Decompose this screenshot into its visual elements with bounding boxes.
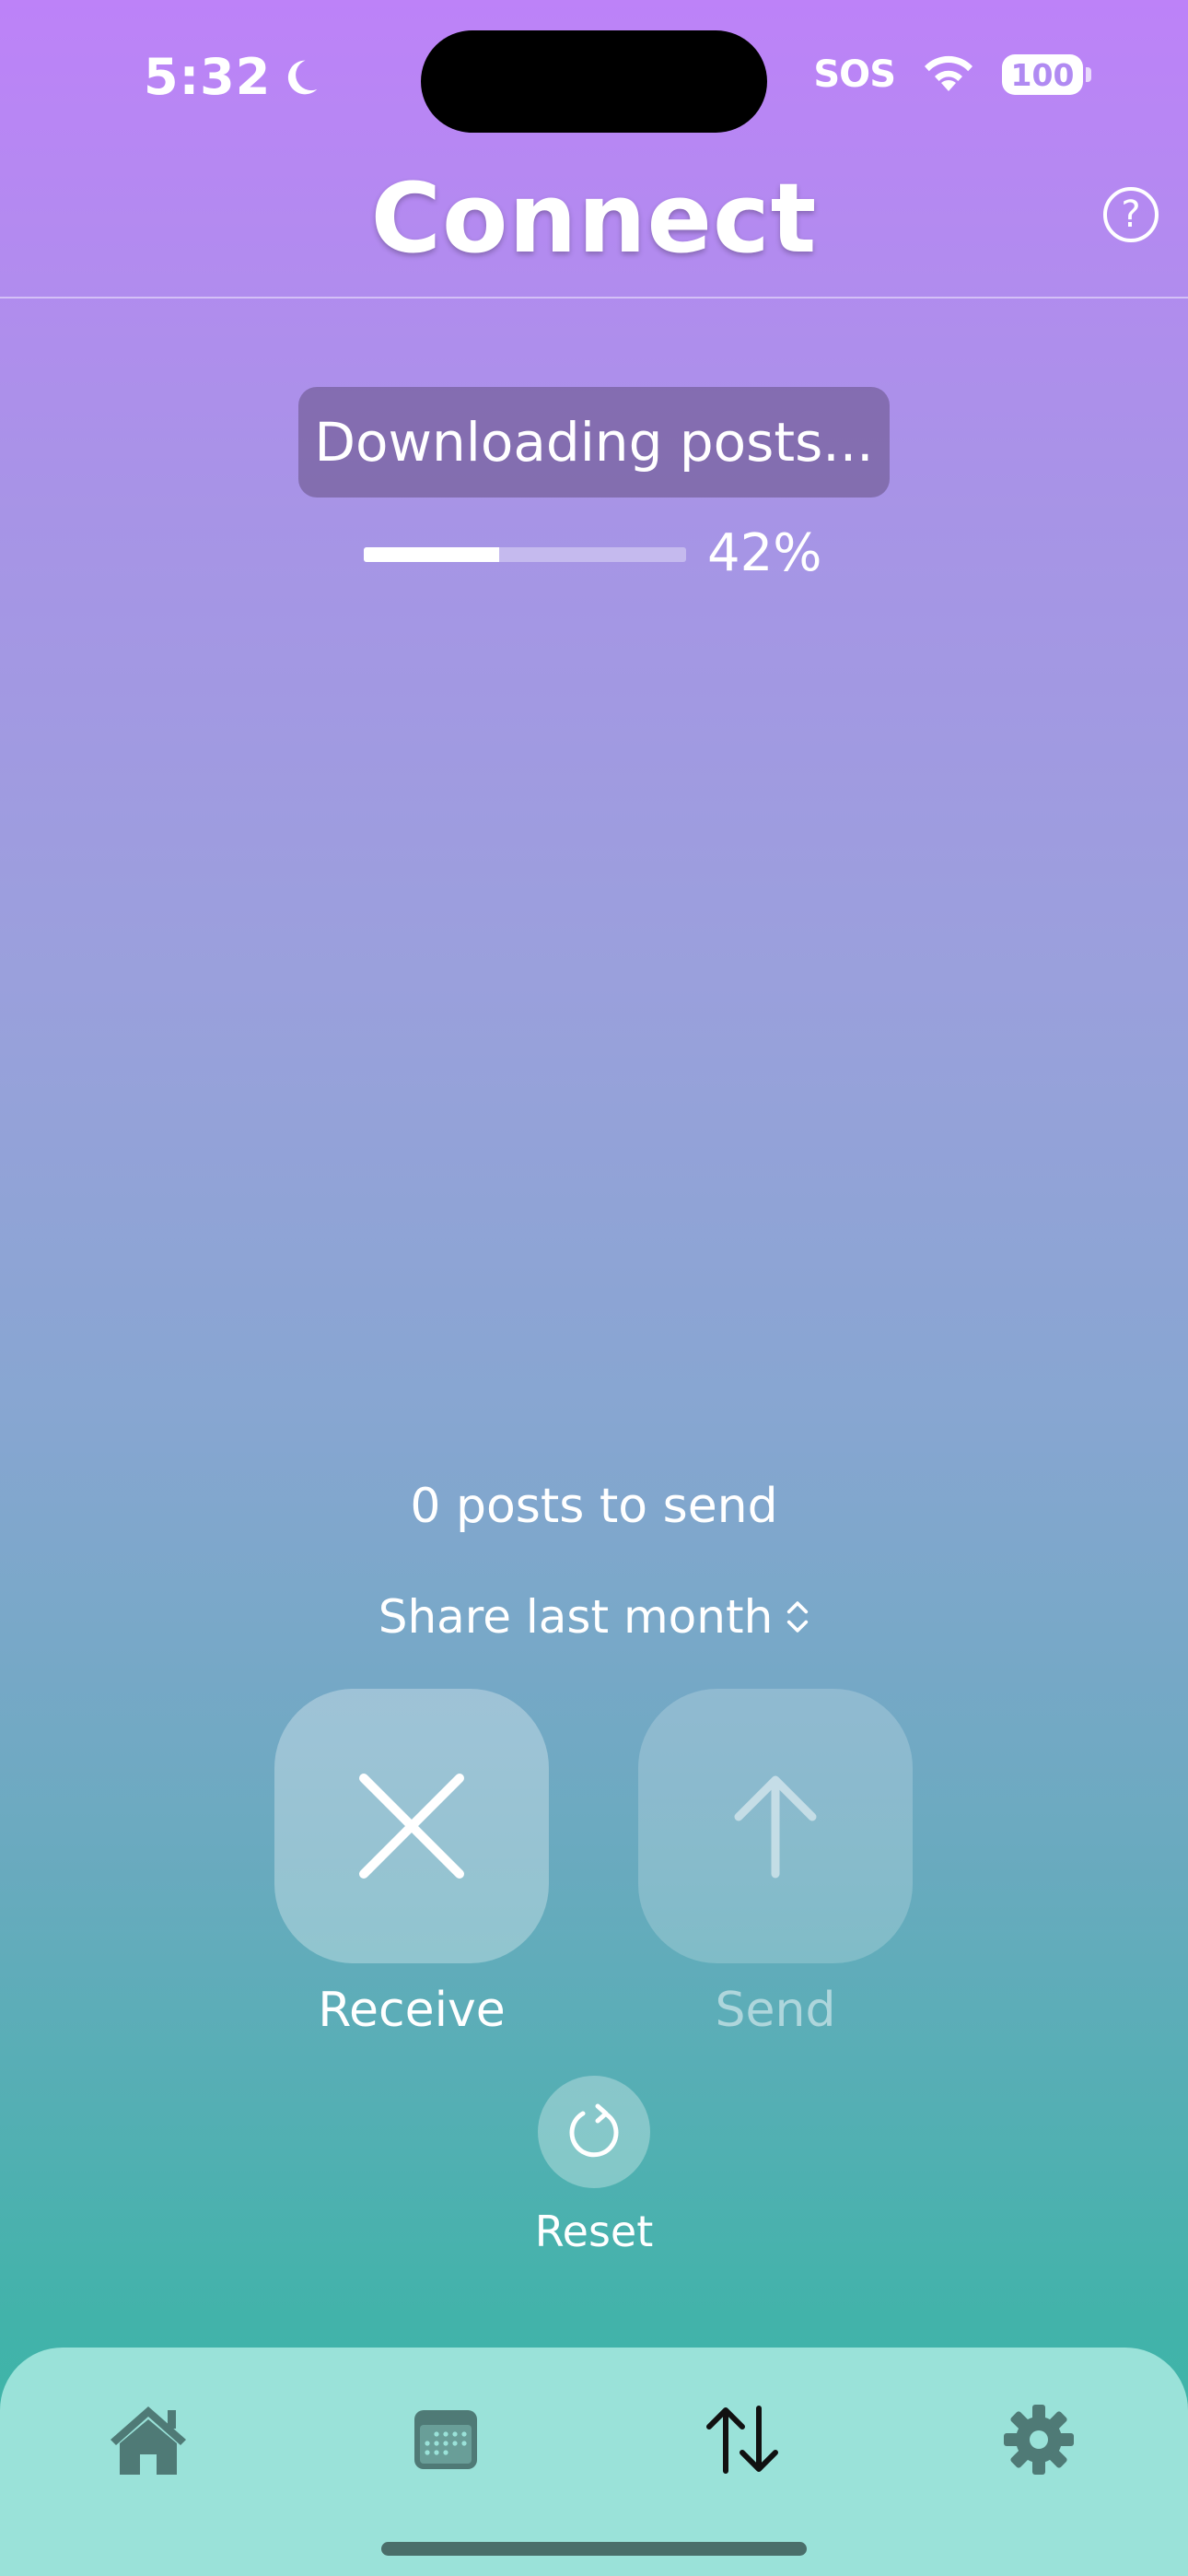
clock-text: 5:32: [144, 48, 272, 106]
download-progress-percent: 42%: [707, 523, 822, 583]
tab-settings[interactable]: [993, 2394, 1085, 2486]
calendar-icon: [414, 2410, 477, 2469]
send-label: Send: [715, 1983, 836, 2038]
download-progress-fill: [364, 547, 499, 562]
status-time: 5:32: [144, 48, 320, 106]
chevron-up-down-icon: [787, 1601, 809, 1633]
question-mark-icon: ?: [1121, 193, 1141, 236]
posts-to-send-count: 0 posts to send: [410, 1479, 778, 1534]
home-icon: [111, 2406, 186, 2475]
battery-indicator: 100: [1002, 54, 1091, 95]
carrier-text: SOS: [813, 53, 896, 96]
download-progress-bar: [364, 547, 686, 562]
download-status-chip: Downloading posts...: [298, 387, 890, 498]
status-indicators: SOS 100: [813, 53, 1091, 96]
reset-button[interactable]: [538, 2076, 650, 2188]
close-icon: [359, 1774, 464, 1879]
battery-tip: [1086, 67, 1091, 82]
arrow-up-icon: [734, 1775, 817, 1879]
home-indicator[interactable]: [381, 2542, 807, 2556]
refresh-icon: [569, 2103, 619, 2158]
wifi-icon: [925, 55, 973, 91]
share-range-select[interactable]: Share last month: [0, 1590, 1188, 1644]
send-button[interactable]: [638, 1689, 913, 1963]
moon-icon: [288, 60, 318, 94]
reset-label: Reset: [534, 2207, 654, 2256]
download-status-text: Downloading posts...: [314, 411, 874, 474]
gear-icon: [1004, 2405, 1074, 2475]
tab-connect[interactable]: [696, 2394, 788, 2486]
dynamic-island: [421, 30, 767, 133]
tab-calendar[interactable]: [400, 2394, 492, 2486]
help-button[interactable]: ?: [1103, 187, 1159, 242]
receive-button[interactable]: [274, 1689, 549, 1963]
transfer-arrows-icon: [706, 2406, 778, 2474]
page-title: Connect: [370, 162, 818, 275]
share-range-value: Share last month: [378, 1590, 774, 1644]
header-divider: [0, 297, 1188, 299]
tab-home[interactable]: [102, 2394, 194, 2486]
receive-label: Receive: [318, 1983, 506, 2038]
battery-level: 100: [1002, 54, 1083, 95]
